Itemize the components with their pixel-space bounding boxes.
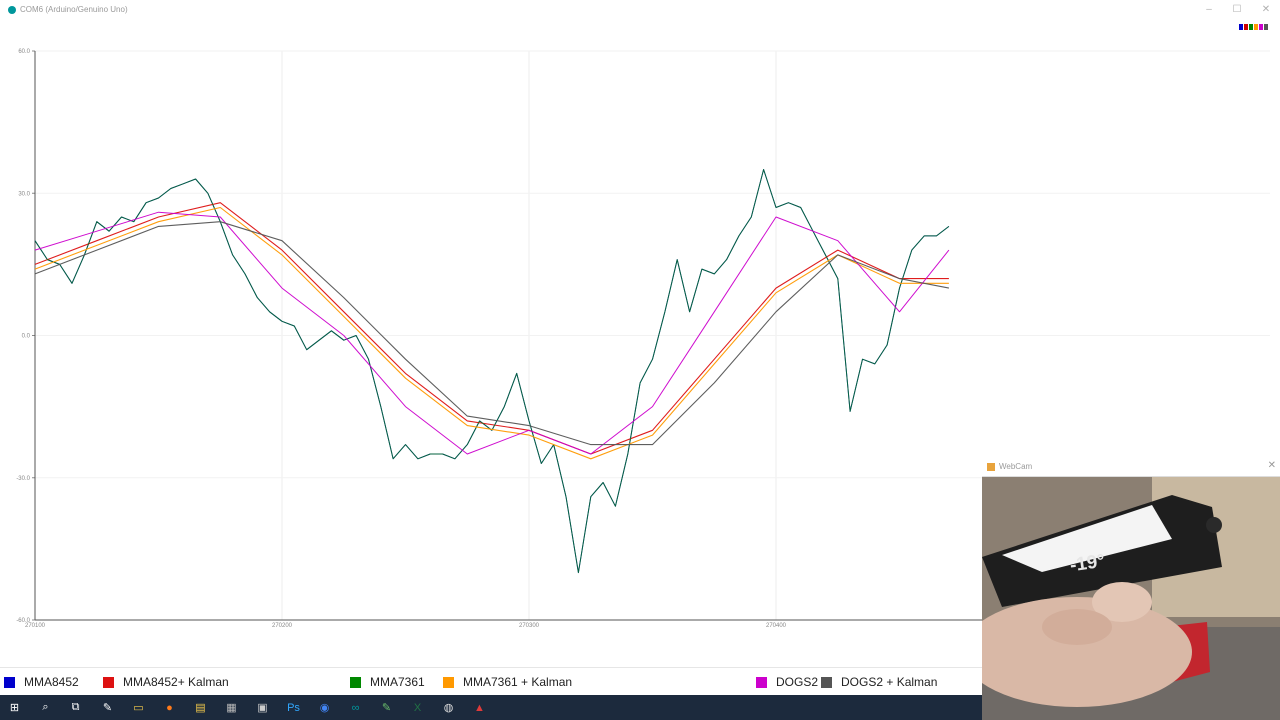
- y-tick-label: 30.0: [18, 191, 30, 197]
- arduino-icon[interactable]: ∞: [347, 699, 364, 716]
- series-line-dogs2-kalman: [34, 221, 950, 446]
- legend-item: MMA8452+ Kalman: [103, 674, 229, 690]
- series-line-mma7361: [34, 169, 950, 574]
- webcam-window[interactable]: WebCam ✕ -19°: [982, 458, 1280, 720]
- pdf-icon[interactable]: ▲: [471, 699, 488, 716]
- series-line-mma7361-kalman: [34, 206, 949, 460]
- x-tick-label: 270400: [766, 623, 787, 629]
- search-icon[interactable]: ⌕: [37, 699, 54, 716]
- x-tick-label: 270200: [272, 623, 293, 629]
- photoshop-icon[interactable]: Ps: [285, 699, 302, 716]
- webcam-app-icon: [987, 463, 995, 471]
- feather-icon[interactable]: ✎: [99, 699, 116, 716]
- legend-swatch: [350, 676, 361, 688]
- legend: MMA8452 MMA8452+ Kalman MMA7361 MMA7361 + K…: [0, 667, 982, 696]
- webcam-title: WebCam: [999, 462, 1033, 471]
- legend-swatch: [756, 676, 767, 688]
- legend-label: MMA7361: [370, 675, 425, 689]
- chrome-icon[interactable]: ◉: [316, 699, 333, 716]
- legend-label: MMA8452: [24, 675, 79, 689]
- task-view-icon[interactable]: ⧉: [67, 699, 84, 716]
- legend-swatch: [821, 676, 832, 688]
- legend-swatch: [4, 676, 15, 688]
- legend-item: DOGS2 + Kalman: [821, 674, 937, 690]
- legend-item: DOGS2: [756, 674, 818, 690]
- legend-label: MMA7361 + Kalman: [463, 675, 573, 689]
- x-tick-label: 270300: [519, 623, 540, 629]
- y-tick-label: 0.0: [22, 334, 31, 340]
- legend-label: MMA8452+ Kalman: [123, 675, 229, 689]
- firefox-icon[interactable]: ●: [161, 699, 178, 716]
- obs-icon[interactable]: ◍: [440, 699, 457, 716]
- legend-item: MMA7361: [350, 674, 425, 690]
- legend-item: MMA8452: [4, 674, 79, 690]
- legend-label: DOGS2: [776, 675, 819, 689]
- y-tick-label: 60.0: [18, 49, 30, 55]
- series-line-mma8452-kalman: [34, 202, 949, 455]
- notepad-icon[interactable]: ✎: [378, 699, 395, 716]
- excel-icon[interactable]: X: [409, 699, 426, 716]
- webcam-title-bar: WebCam ✕: [982, 458, 1280, 477]
- legend-swatch: [103, 676, 114, 688]
- sticky-notes-icon[interactable]: ▤: [192, 699, 209, 716]
- webcam-close-button[interactable]: ✕: [1268, 460, 1276, 471]
- taskbar: ⊞ ⌕ ⧉ ✎ ▭ ● ▤ ▦ ▣ Ps ◉ ∞ ✎ X ◍ ▲: [0, 695, 982, 720]
- legend-swatch: [443, 676, 454, 688]
- series-line-dogs2: [34, 211, 950, 455]
- y-tick-label: -30.0: [16, 476, 30, 482]
- legend-item: MMA7361 + Kalman: [443, 674, 572, 690]
- calculator-icon[interactable]: ▦: [223, 699, 240, 716]
- legend-label: DOGS2 + Kalman: [841, 675, 938, 689]
- webcam-video-feed: [982, 477, 1280, 720]
- windows-start-icon[interactable]: ⊞: [6, 699, 23, 716]
- y-tick-label: -60.0: [16, 618, 30, 624]
- file-explorer-icon[interactable]: ▭: [130, 699, 147, 716]
- film-icon[interactable]: ▣: [254, 699, 271, 716]
